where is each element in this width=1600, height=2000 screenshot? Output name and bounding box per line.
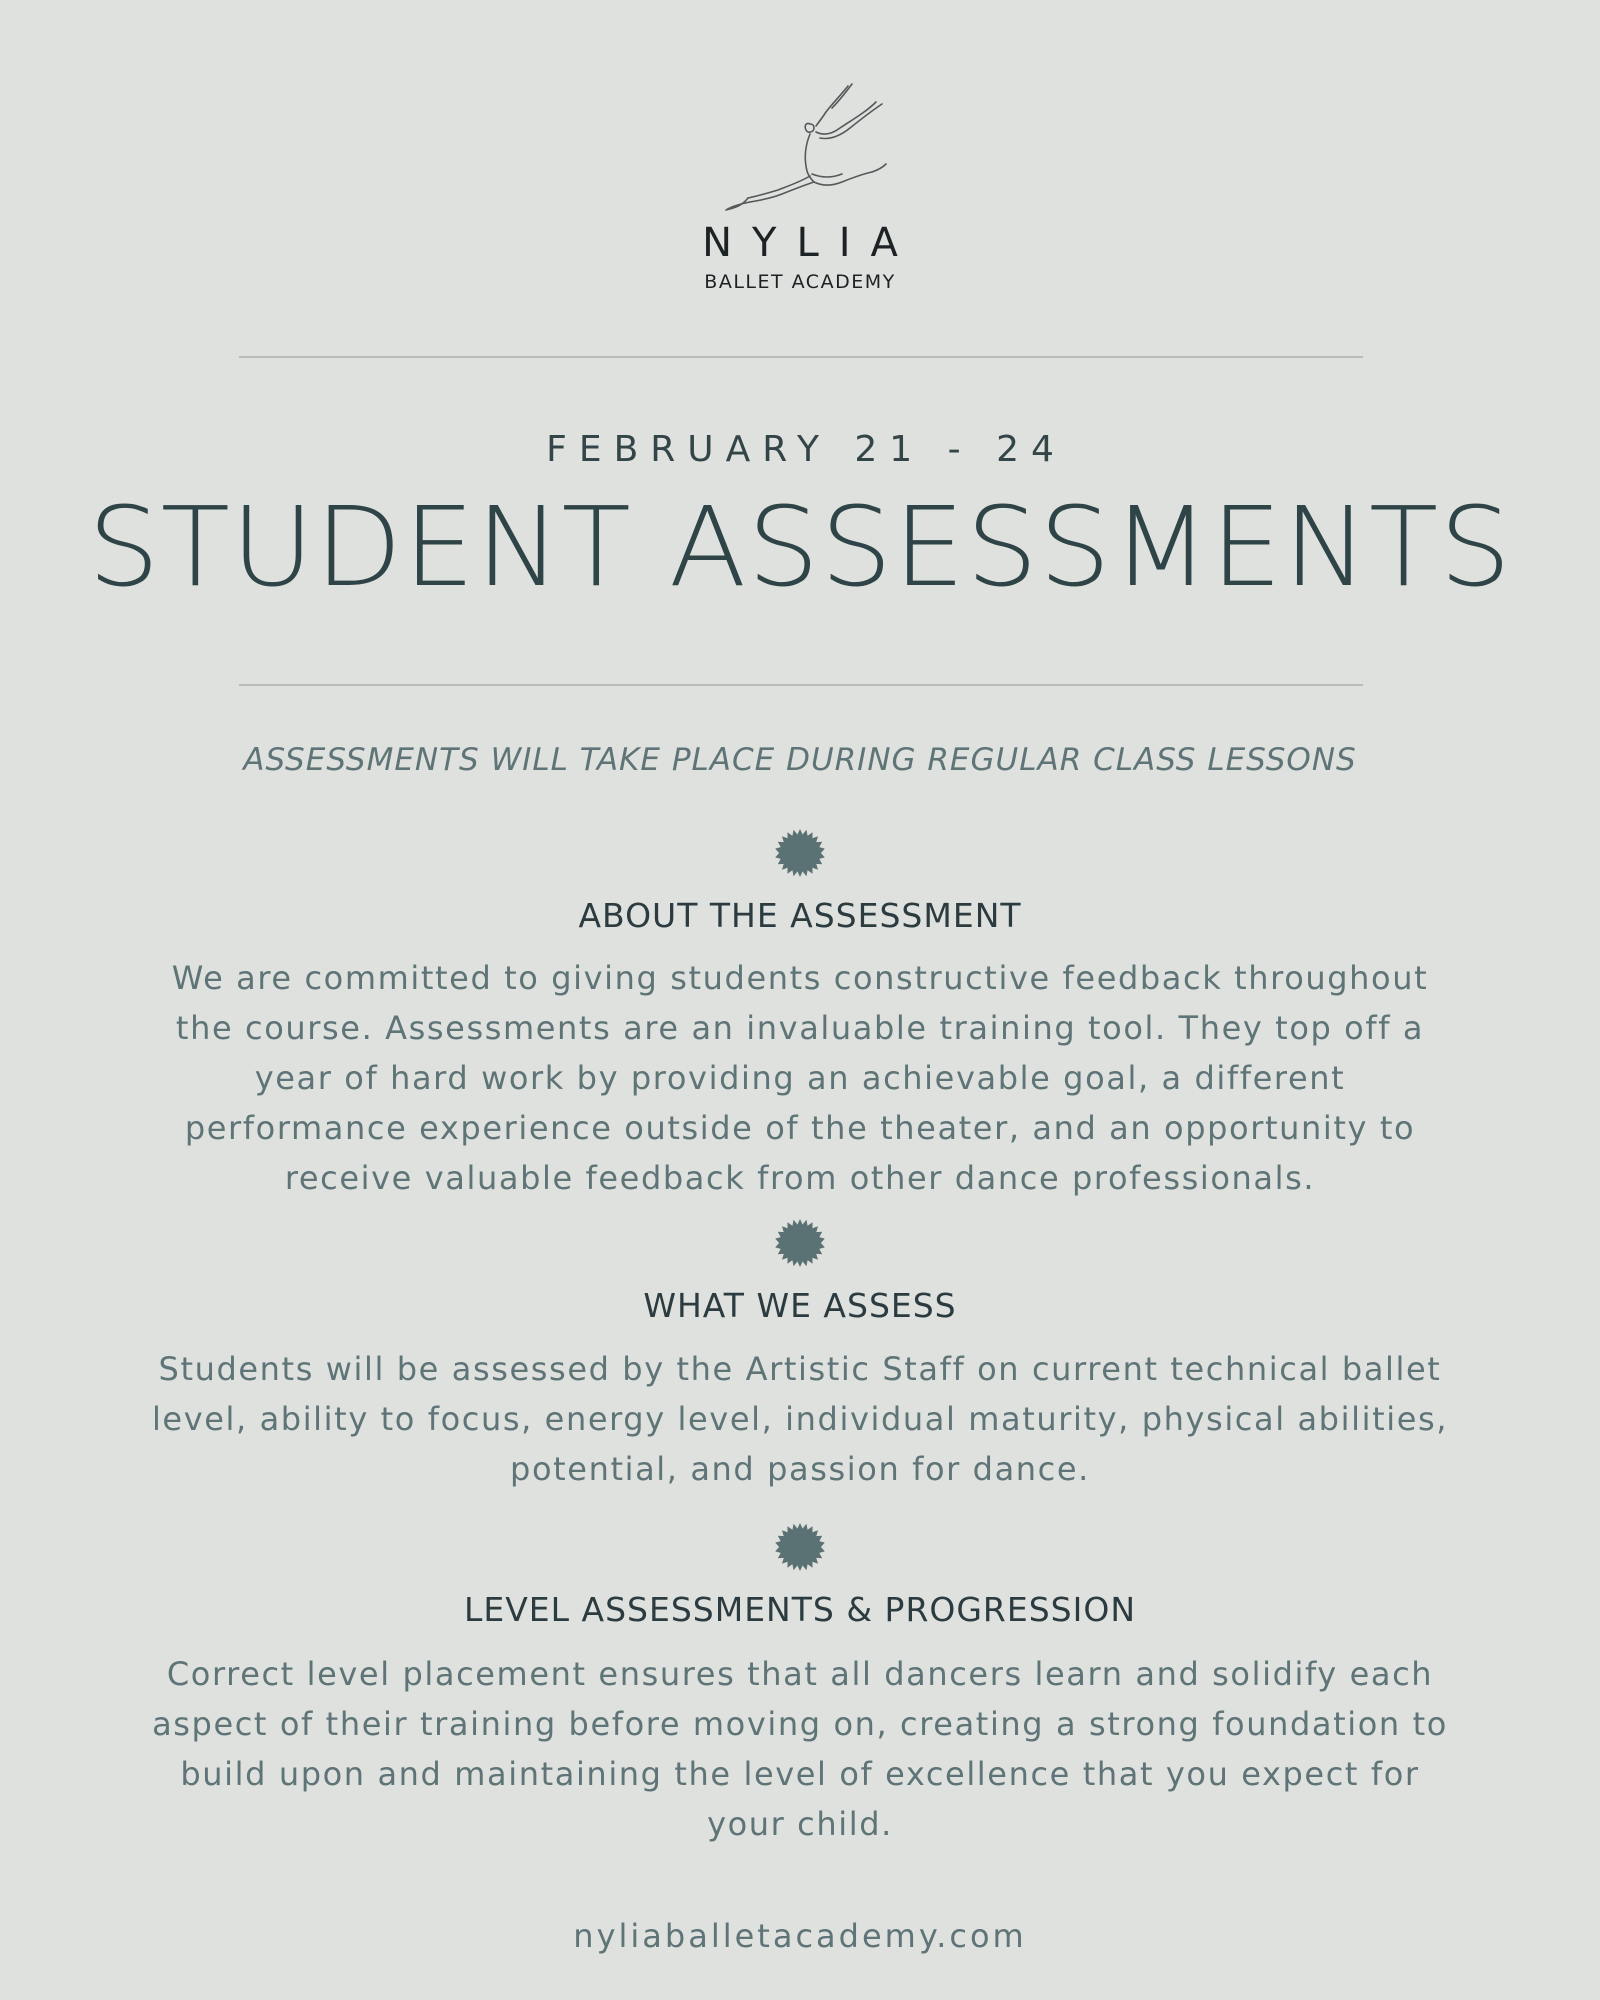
section-heading-what: WHAT WE ASSESS <box>643 1286 957 1325</box>
section-body-level: Correct level placement ensures that all… <box>152 1655 1448 1843</box>
section-heading-about: ABOUT THE ASSESSMENT <box>578 896 1022 935</box>
top-divider <box>239 356 1363 358</box>
section-body-what: Students will be assessed by the Artisti… <box>151 1350 1449 1488</box>
starburst-badge-icon <box>775 829 825 877</box>
page-title: STUDENT ASSESSMENTS <box>87 483 1513 611</box>
brand-logo: NYLIA BALLET ACADEMY <box>0 78 1600 298</box>
event-tagline: ASSESSMENTS WILL TAKE PLACE DURING REGUL… <box>243 742 1357 778</box>
brand-name: NYLIA <box>702 220 918 266</box>
brand-subtitle: BALLET ACADEMY <box>704 271 896 293</box>
website-link[interactable]: nyliaballetacademy.com <box>0 1912 1600 1960</box>
starburst-badge-icon <box>775 1219 825 1267</box>
section-body-about: We are committed to giving students cons… <box>171 959 1429 1197</box>
section-heading-level: LEVEL ASSESSMENTS & PROGRESSION <box>463 1590 1137 1629</box>
event-dates: FEBRUARY 21 - 24 <box>546 429 1066 470</box>
bottom-divider <box>239 684 1363 686</box>
starburst-badge-icon <box>775 1523 825 1571</box>
dancer-leap-icon <box>725 83 887 211</box>
